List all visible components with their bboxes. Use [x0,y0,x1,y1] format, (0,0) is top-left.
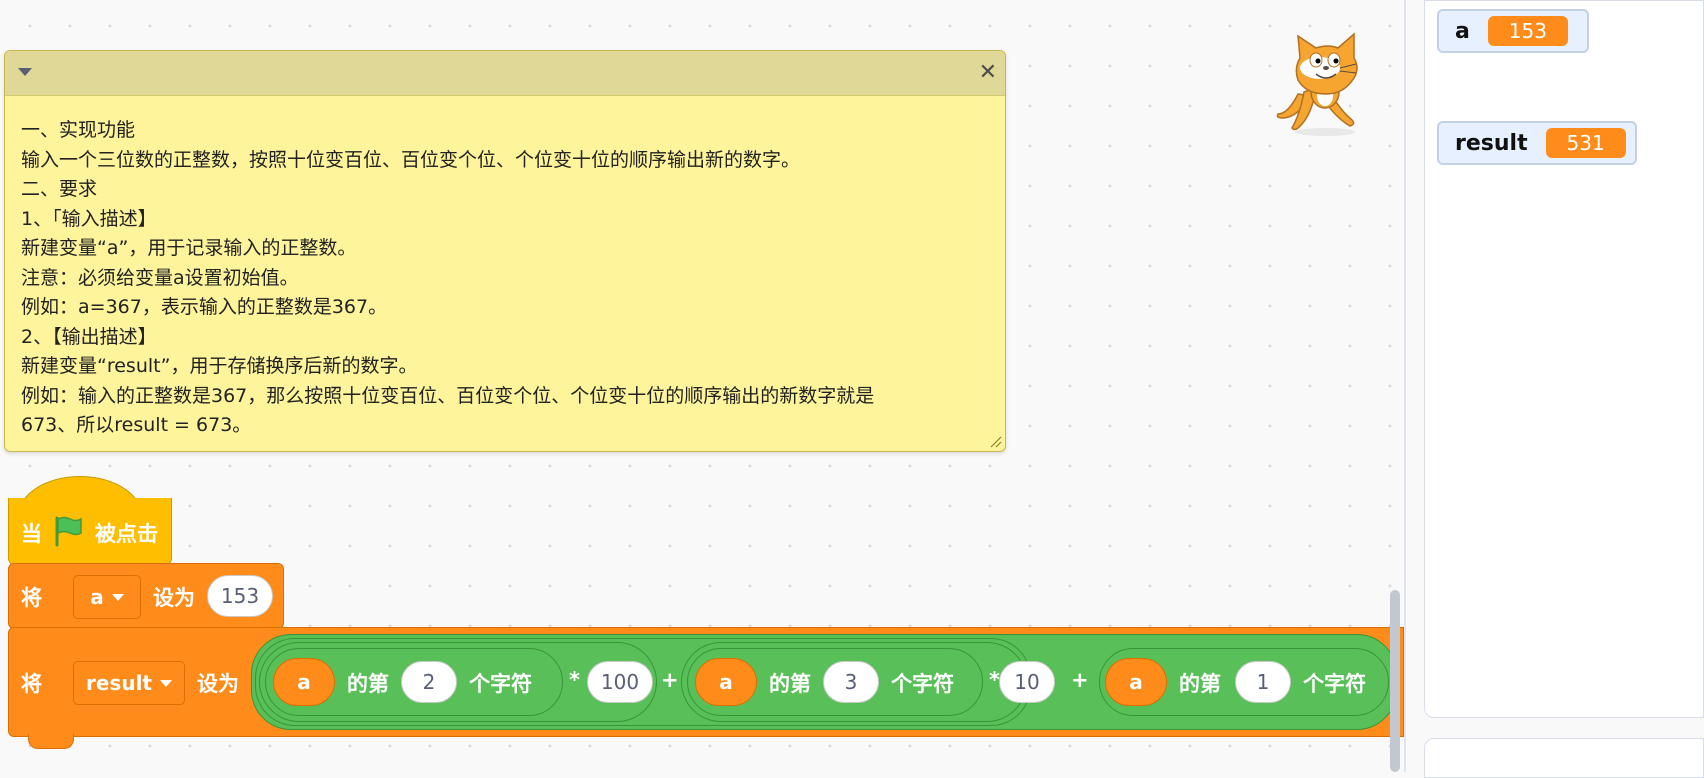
green-flag-icon [55,516,82,547]
variable-reporter-a[interactable]: a [1105,658,1167,706]
chevron-down-icon [160,679,172,687]
comment-line: 例如：输入的正整数是367，那么按照十位变百位、百位变个位、个位变十位的顺序输出… [21,384,875,407]
set-verb: 将 [21,586,42,610]
stage[interactable]: a 153 result 531 [1424,0,1704,718]
comment-line: 673、所以result = 673。 [21,414,252,436]
letter-of-label: 的第 [769,672,811,696]
comment-line: 1、「输入描述】 [21,207,157,230]
variable-monitor-result[interactable]: result 531 [1437,121,1637,165]
set-variable-block[interactable]: 将 a 设为 153 [8,563,284,629]
block-bottom-notch [28,734,74,749]
comment-line: 注意：必须给变量a设置初始值。 [21,266,299,289]
code-area[interactable]: ✕ 一、实现功能 输入一个三位数的正整数，按照十位变百位、百位变个位、个位变十位… [0,0,1406,772]
plus-sign: + [661,668,679,692]
chevron-down-icon [111,593,124,601]
comment-note[interactable]: ✕ 一、实现功能 输入一个三位数的正整数，按照十位变百位、百位变个位、个位变十位… [4,50,1006,452]
variable-dropdown-label: result [86,671,152,695]
set-to-label: 设为 [197,672,239,696]
vertical-scrollbar[interactable] [1390,590,1400,772]
comment-line: 输入一个三位数的正整数，按照十位变百位、百位变个位、个位变十位的顺序输出新的数字… [21,148,801,171]
sprite-pane [1424,738,1704,778]
variable-dropdown-label: a [90,585,104,609]
resize-grip-icon[interactable] [987,433,1003,449]
multiplier-input[interactable]: 100 [587,661,653,703]
sprite-cat-icon[interactable] [1270,28,1380,138]
hat-prefix: 当 [21,522,42,546]
comment-line: 二、要求 [21,178,98,200]
close-icon[interactable]: ✕ [979,61,997,85]
letter-of-suffix: 个字符 [891,672,954,696]
monitor-value: 153 [1487,16,1568,46]
comment-line: 一、实现功能 [21,119,136,141]
comment-line: 例如：a=367，表示输入的正整数是367。 [21,296,388,318]
index-input[interactable]: 3 [823,661,879,703]
comment-text[interactable]: 一、实现功能 输入一个三位数的正整数，按照十位变百位、百位变个位、个位变十位的顺… [5,96,1005,441]
letter-of-suffix: 个字符 [1303,672,1366,696]
multiplier-input[interactable]: 10 [999,661,1055,703]
comment-line: 新建变量“result”，用于存储换序后新的数字。 [21,355,418,377]
value-input[interactable]: 153 [207,575,273,617]
plus-sign: + [1071,668,1089,692]
comment-line: 新建变量“a”，用于记录输入的正整数。 [21,237,357,259]
set-verb: 将 [21,672,42,696]
monitor-value: 531 [1545,128,1626,158]
letter-of-label: 的第 [347,672,389,696]
multiply-sign: * [569,668,580,692]
variable-dropdown[interactable]: result [73,661,185,705]
set-variable-block[interactable]: 将 result 设为 a 的第 2 个字符 * 100 + a 的第 3 个字… [8,627,1404,737]
variable-monitor-a[interactable]: a 153 [1437,9,1589,53]
variable-reporter-a[interactable]: a [273,658,335,706]
variable-dropdown[interactable]: a [73,575,141,619]
comment-header[interactable]: ✕ [5,51,1005,96]
comment-line: 2、【输出描述】 [21,325,157,348]
set-to-label: 设为 [153,586,195,610]
letter-of-suffix: 个字符 [469,672,532,696]
letter-of-label: 的第 [1179,672,1221,696]
index-input[interactable]: 1 [1235,661,1291,703]
monitor-label: a [1455,18,1470,44]
index-input[interactable]: 2 [401,661,457,703]
hat-suffix: 被点击 [95,522,158,546]
collapse-triangle-icon[interactable] [17,67,33,77]
monitor-label: result [1455,130,1528,156]
when-flag-clicked-block[interactable]: 当 被点击 [8,498,172,566]
variable-reporter-a[interactable]: a [695,658,757,706]
